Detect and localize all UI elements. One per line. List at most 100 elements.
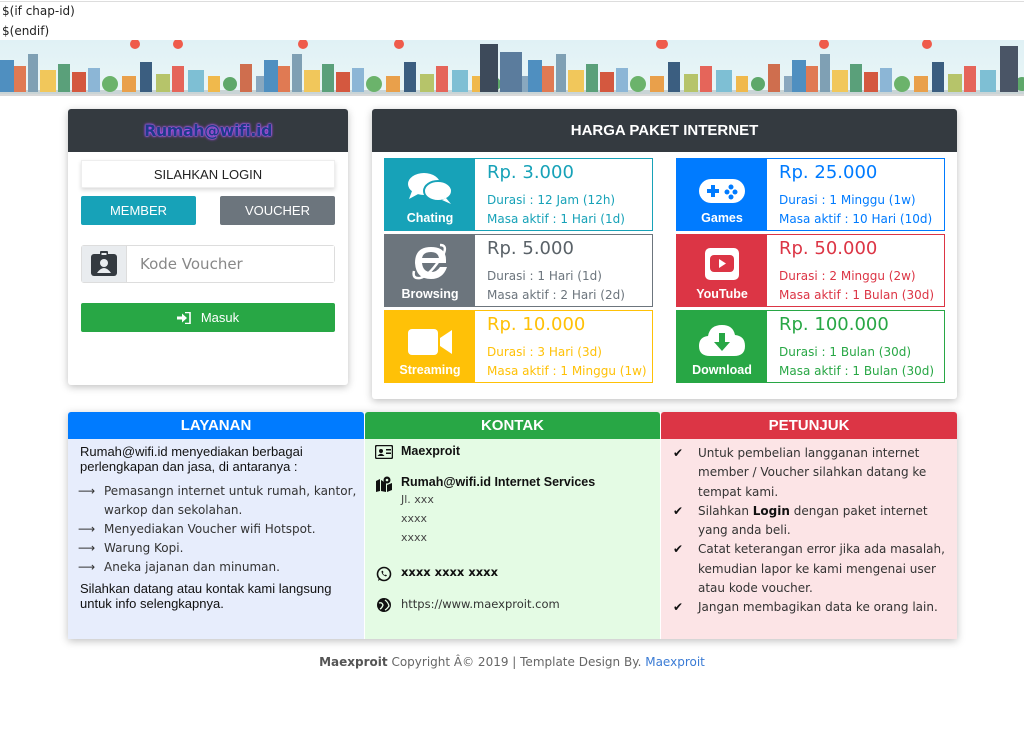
sign-in-icon bbox=[176, 311, 191, 324]
youtube-icon bbox=[705, 248, 739, 280]
kontak-section: KONTAK Maexproit Rumah@wifi.id Internet … bbox=[365, 412, 660, 639]
list-item: ⟶ Menyediakan Voucher wifi Hotspot. bbox=[78, 520, 364, 539]
list-item: ⟶ Aneka jajanan dan minuman. bbox=[78, 558, 364, 577]
package-name: Streaming bbox=[399, 363, 461, 377]
voucher-field bbox=[81, 245, 335, 283]
cloud-download-icon bbox=[699, 325, 745, 356]
arrow-right-icon: ⟶ bbox=[78, 484, 96, 498]
arrow-right-icon: ⟶ bbox=[78, 541, 96, 555]
internet-explorer-icon bbox=[412, 243, 447, 280]
package-info: Rp. 50.000 Durasi : 2 Minggu (2w) Masa a… bbox=[767, 235, 934, 306]
package-games[interactable]: Games Rp. 25.000 Durasi : 1 Minggu (1w) … bbox=[676, 158, 945, 231]
address-line: Jl. xxx bbox=[401, 493, 434, 506]
package-info: Rp. 10.000 Durasi : 3 Hari (3d) Masa akt… bbox=[475, 311, 647, 382]
list-item: ⟶ Pemasangn internet untuk rumah, kantor,… bbox=[78, 482, 364, 520]
member-button[interactable]: MEMBER bbox=[81, 196, 196, 225]
package-icon-box: Streaming bbox=[385, 311, 475, 382]
list-item: ✔ Silahkan Login dengan paket internet ya… bbox=[673, 502, 951, 541]
package-youtube[interactable]: YouTube Rp. 50.000 Durasi : 2 Minggu (2w… bbox=[676, 234, 945, 307]
package-name: YouTube bbox=[696, 287, 748, 301]
login-header: Rumah@wifi.id bbox=[68, 109, 348, 152]
list-item: ✔ Untuk pembelian langganan internet memb… bbox=[673, 444, 951, 502]
kontak-website-row: https://www.maexproit.com bbox=[375, 596, 560, 613]
price-title: HARGA PAKET INTERNET bbox=[372, 109, 957, 152]
package-icon-box: Download bbox=[677, 311, 767, 382]
package-browsing[interactable]: Browsing Rp. 5.000 Durasi : 1 Hari (1d) … bbox=[384, 234, 653, 307]
package-masa-aktif: Masa aktif : 1 Minggu (1w) bbox=[487, 364, 647, 378]
gamepad-icon bbox=[699, 179, 745, 203]
footer-link[interactable]: Maexproit bbox=[645, 655, 705, 669]
package-streaming[interactable]: Streaming Rp. 10.000 Durasi : 3 Hari (3d… bbox=[384, 310, 653, 383]
list-item: ⟶ Warung Kopi. bbox=[78, 539, 364, 558]
login-title: SILAHKAN LOGIN bbox=[81, 160, 335, 188]
petunjuk-title: PETUNJUK bbox=[661, 412, 957, 439]
address-line: xxxx bbox=[401, 531, 428, 544]
package-download[interactable]: Download Rp. 100.000 Durasi : 1 Bulan (3… bbox=[676, 310, 945, 383]
package-name: Browsing bbox=[401, 287, 459, 301]
package-masa-aktif: Masa aktif : 1 Bulan (30d) bbox=[779, 288, 935, 302]
map-marker-icon bbox=[375, 475, 393, 547]
login-card: Rumah@wifi.id SILAHKAN LOGIN MEMBER VOUC… bbox=[68, 109, 348, 385]
top-border bbox=[0, 1, 1024, 2]
kontak-name: Maexproit bbox=[401, 444, 461, 458]
package-durasi: Durasi : 1 Bulan (30d) bbox=[779, 345, 912, 359]
template-line-1: $(if chap-id) bbox=[2, 4, 75, 18]
petunjuk-section: PETUNJUK ✔ Untuk pembelian langganan inte… bbox=[661, 412, 957, 639]
layanan-intro: Rumah@wifi.id menyediakan berbagai perle… bbox=[80, 444, 303, 474]
package-icon-box: Games bbox=[677, 159, 767, 230]
check-icon: ✔ bbox=[673, 503, 684, 518]
kontak-phone: xxxx xxxx xxxx bbox=[401, 565, 499, 579]
package-price: Rp. 50.000 bbox=[779, 238, 878, 259]
video-camera-icon bbox=[408, 329, 452, 355]
kontak-title: KONTAK bbox=[365, 412, 660, 439]
check-icon: ✔ bbox=[673, 446, 684, 460]
package-icon-box: YouTube bbox=[677, 235, 767, 306]
address-card-icon bbox=[375, 444, 393, 459]
template-line-2: $(endif) bbox=[2, 24, 50, 38]
package-durasi: Durasi : 2 Minggu (2w) bbox=[779, 269, 916, 283]
package-masa-aktif: Masa aktif : 2 Hari (2d) bbox=[487, 288, 625, 302]
address-line: xxxx bbox=[401, 512, 428, 525]
package-durasi: Durasi : 12 Jam (12h) bbox=[487, 193, 616, 207]
package-masa-aktif: Masa aktif : 1 Bulan (30d) bbox=[779, 364, 935, 378]
check-icon: ✔ bbox=[673, 542, 684, 557]
layanan-title: LAYANAN bbox=[68, 412, 364, 439]
arrow-right-icon: ⟶ bbox=[78, 522, 96, 536]
kontak-address-row: Rumah@wifi.id Internet Services Jl. xxx … bbox=[375, 475, 595, 547]
city-banner bbox=[0, 40, 1024, 96]
package-durasi: Durasi : 1 Hari (1d) bbox=[487, 269, 602, 283]
package-info: Rp. 5.000 Durasi : 1 Hari (1d) Masa akti… bbox=[475, 235, 625, 306]
masuk-label: Masuk bbox=[200, 310, 240, 325]
package-masa-aktif: Masa aktif : 10 Hari (10d) bbox=[779, 212, 933, 226]
layanan-list: ⟶ Pemasangn internet untuk rumah, kantor,… bbox=[78, 482, 364, 577]
kontak-phone-row: xxxx xxxx xxxx bbox=[375, 565, 498, 582]
voucher-code-input[interactable] bbox=[127, 246, 334, 282]
kontak-website-link[interactable]: https://www.maexproit.com bbox=[401, 596, 560, 613]
list-item: ✔ Jangan membagikan data ke orang lain. bbox=[673, 598, 951, 617]
footer: Maexproit Copyright Â© 2019 | Template D… bbox=[0, 655, 1024, 669]
check-icon: ✔ bbox=[673, 600, 684, 615]
arrow-right-icon: ⟶ bbox=[78, 560, 96, 574]
package-icon-box: Browsing bbox=[385, 235, 475, 306]
whatsapp-icon bbox=[375, 565, 393, 582]
voucher-button[interactable]: VOUCHER bbox=[220, 196, 335, 225]
chat-icon bbox=[408, 173, 453, 204]
package-name: Chating bbox=[406, 211, 454, 225]
masuk-button[interactable]: Masuk bbox=[81, 303, 335, 332]
list-item: ✔ Catat keterangan error jika ada masalah… bbox=[673, 540, 951, 598]
package-chating[interactable]: Chating Rp. 3.000 Durasi : 12 Jam (12h) … bbox=[384, 158, 653, 231]
package-info: Rp. 3.000 Durasi : 12 Jam (12h) Masa akt… bbox=[475, 159, 625, 230]
package-price: Rp. 5.000 bbox=[487, 238, 574, 259]
package-durasi: Durasi : 1 Minggu (1w) bbox=[779, 193, 916, 207]
package-name: Games bbox=[701, 211, 743, 225]
layanan-outro: Silahkan datang atau kontak kami langsun… bbox=[80, 581, 332, 611]
package-icon-box: Chating bbox=[385, 159, 475, 230]
footer-copyright: Copyright Â© 2019 | Template Design By. bbox=[387, 655, 646, 669]
package-price: Rp. 100.000 bbox=[779, 314, 889, 335]
package-durasi: Durasi : 3 Hari (3d) bbox=[487, 345, 602, 359]
package-price: Rp. 10.000 bbox=[487, 314, 586, 335]
package-name: Download bbox=[692, 363, 752, 377]
package-price: Rp. 3.000 bbox=[487, 162, 574, 183]
package-info: Rp. 100.000 Durasi : 1 Bulan (30d) Masa … bbox=[767, 311, 934, 382]
footer-brand: Maexproit bbox=[319, 655, 388, 669]
